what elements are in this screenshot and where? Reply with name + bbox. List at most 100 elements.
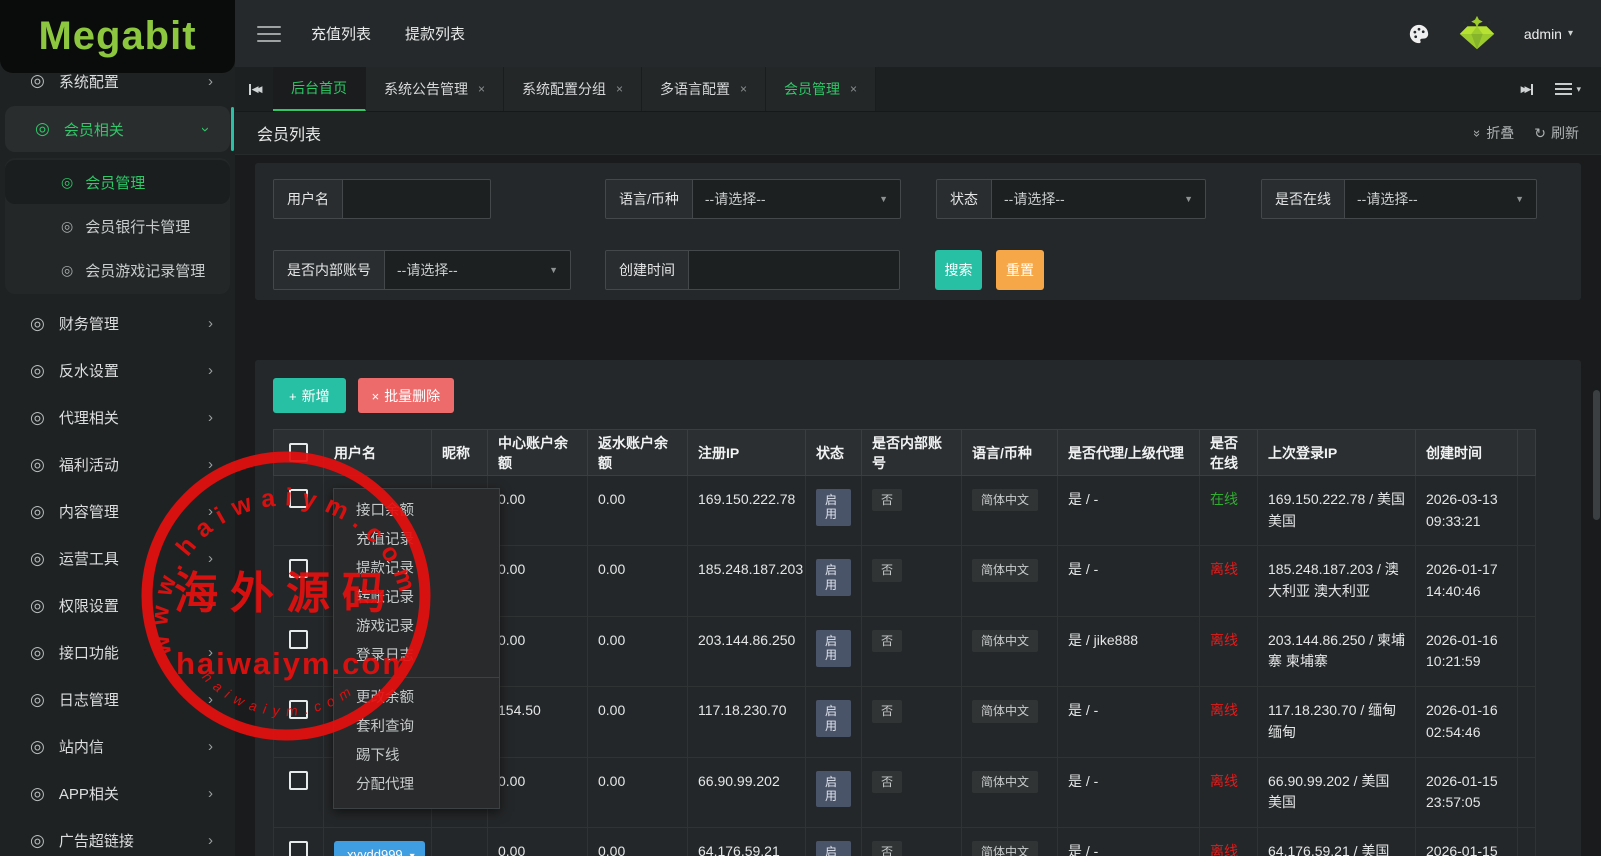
tab[interactable]: 系统配置分组 × [504,67,643,111]
sidebar-submenu-item[interactable]: ◎ 会员银行卡管理 [5,204,230,248]
row-checkbox[interactable] [289,700,308,720]
is-online-select[interactable]: --请选择-- ▼ [1345,180,1536,218]
reset-button[interactable]: 重置 [996,250,1044,290]
circle-icon: ◎ [35,119,50,138]
is-internal-select[interactable]: --请选择-- ▼ [385,251,570,289]
cell-username: xyydd999 [323,826,432,856]
cell-agent: 是 / - [1057,686,1200,758]
refresh-button[interactable]: ↻ 刷新 [1534,123,1579,143]
online-status: 离线 [1210,702,1238,719]
cell-last-login-ip: 185.248.187.203 / 澳大利亚 澳大利亚 [1257,545,1416,617]
sidebar-item[interactable]: ◎ 权限设置 › [0,582,235,629]
collapse-button[interactable]: » 折叠 [1470,123,1514,143]
context-menu-item[interactable]: 更改余额 [334,684,499,713]
chevron-right-icon: › [208,72,213,90]
cell-status: 启用 [805,615,862,688]
circle-icon: ◎ [30,407,45,427]
status-badge: 启用 [816,840,851,856]
tab-menu-button[interactable]: ▾ [1555,80,1581,98]
language-currency-select[interactable]: --请选择-- ▼ [692,180,900,218]
tab[interactable]: 后台首页 × [273,67,366,111]
gem-avatar-icon[interactable] [1456,14,1498,54]
add-button[interactable]: + 新增 [273,378,346,413]
sidebar-item[interactable]: ◎ 接口功能 › [0,629,235,676]
sidebar-item[interactable]: ◎ 运营工具 › [0,535,235,582]
skip-forward-icon[interactable]: ▶▶ [1521,83,1534,95]
username-input[interactable] [343,180,490,218]
sidebar-submenu-item[interactable]: ◎ 会员管理 [5,160,230,204]
caret-down-icon: ▾ [1576,83,1581,94]
table-header-row: 用户名 昵称 中心账户余额 返水账户余额 注册IP 状态 是否内部账号 语言/币种 是否代理/上… [273,429,1536,476]
sidebar-item[interactable]: ◎ 广告超链接 › [0,817,235,856]
cell-checkbox [273,756,324,828]
sidebar-item[interactable]: ◎ 福利活动 › [0,441,235,488]
context-menu-item[interactable]: 提款记录 [334,555,499,584]
page-scrollbar-thumb[interactable] [1593,390,1600,520]
context-menu-item[interactable]: 登录日志 [334,642,499,671]
search-button[interactable]: 搜索 [935,250,982,290]
cell-status: 启用 [805,474,862,547]
header-cell [1517,429,1536,476]
context-menu-item[interactable]: 充值记录 [334,526,499,555]
tab[interactable]: 会员管理 × [766,67,877,111]
hamburger-icon[interactable] [257,21,281,47]
circle-icon: ◎ [61,173,74,190]
cell-internal: 否 [861,826,962,856]
tab[interactable]: 系统公告管理 × [366,67,505,111]
topbar-nav-item[interactable]: 充值列表 [311,23,371,44]
cell-last-login-ip: 169.150.222.78 / 美国 美国 [1257,474,1416,547]
circle-icon: ◎ [30,783,45,803]
scroll-tabs-left-button[interactable]: ◀◀ [235,67,273,111]
search-panel: 用户名 语言/币种 --请选择-- ▼ 状态 --请选择-- ▼ 是否在线 --… [255,163,1581,300]
cell-filler [1517,545,1536,617]
sidebar-item[interactable]: ◎ 反水设置 › [0,347,235,394]
created-time-input[interactable] [689,251,899,289]
logo[interactable]: Megabit [0,0,235,73]
plus-icon: + [289,388,297,404]
cell-center-balance: 154.50 [487,686,588,758]
sidebar-item[interactable]: ◎ APP相关 › [0,770,235,817]
sidebar-group-member[interactable]: ◎ 会员相关 › [5,106,230,152]
status-select[interactable]: --请选择-- ▼ [992,180,1205,218]
row-checkbox[interactable] [289,840,308,856]
cell-created-time: 2026-01-16 02:54:46 [1415,686,1518,758]
tab-label: 多语言配置 [660,81,731,97]
sidebar-item[interactable]: ◎ 站内信 › [0,723,235,770]
context-menu-item[interactable]: 游戏记录 [334,613,499,642]
header-cell: 返水账户余额 [587,429,688,476]
batch-delete-button[interactable]: × 批量删除 [357,378,455,413]
tab-close-icon[interactable]: × [850,82,857,96]
row-checkbox[interactable] [289,559,308,579]
sidebar-item[interactable]: ◎ 日志管理 › [0,676,235,723]
tab-close-icon[interactable]: × [616,82,623,96]
collapse-icon: » [1470,129,1486,137]
cell-rebate-balance: 0.00 [587,756,688,828]
header-cell: 中心账户余额 [487,429,588,476]
sidebar-item[interactable]: ◎ 财务管理 › [0,300,235,347]
row-checkbox[interactable] [289,770,308,790]
username-dropdown-button[interactable]: xyydd999 [334,840,425,856]
tab-close-icon[interactable]: × [740,82,747,96]
cell-language: 简体中文 [961,686,1058,758]
user-menu[interactable]: admin ▾ [1524,26,1573,42]
palette-icon[interactable] [1408,23,1430,45]
cell-center-balance: 0.00 [487,615,588,688]
sidebar-submenu: ◎ 会员管理 ◎ 会员银行卡管理 ◎ 会员游戏记录管理 [5,158,230,294]
topbar-nav-item[interactable]: 提款列表 [405,23,465,44]
context-menu-item[interactable]: 踢下线 [334,742,499,771]
context-menu-item[interactable]: 转账记录 [334,584,499,613]
context-menu-item[interactable]: 套利查询 [334,713,499,742]
context-menu-item[interactable]: 分配代理 [334,771,499,800]
tab[interactable]: 多语言配置 × [642,67,767,111]
row-checkbox[interactable] [289,629,308,649]
sidebar-item[interactable]: ◎ 代理相关 › [0,394,235,441]
sidebar-scrollbar-thumb[interactable] [231,107,234,151]
sidebar-submenu-item[interactable]: ◎ 会员游戏记录管理 [5,248,230,292]
circle-icon: ◎ [30,736,45,756]
context-menu-item[interactable]: 接口余额 [334,497,499,526]
tab-close-icon[interactable]: × [478,82,485,96]
row-checkbox[interactable] [289,489,308,508]
sidebar-item[interactable]: ◎ 内容管理 › [0,488,235,535]
select-all-checkbox[interactable] [289,443,308,462]
status-badge: 启用 [816,700,851,737]
